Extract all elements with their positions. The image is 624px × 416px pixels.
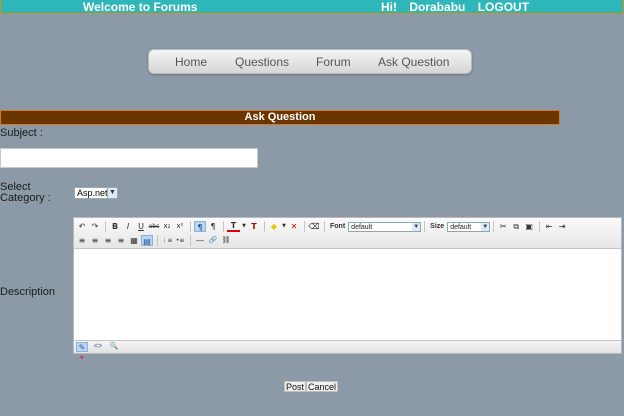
welcome-text: Welcome to Forums — [83, 0, 198, 14]
underline-icon[interactable]: U — [135, 221, 147, 232]
ordered-list-icon[interactable]: ⋮≡ — [161, 235, 173, 246]
align-right-icon[interactable]: ≡ — [102, 235, 114, 246]
horizontal-rule-icon[interactable]: ― — [194, 235, 206, 246]
eraser-icon[interactable]: ⌫ — [308, 221, 320, 232]
font-color-icon[interactable]: T — [227, 221, 240, 232]
main-nav: Home Questions Forum Ask Question — [148, 49, 472, 74]
toolbar-separator — [157, 235, 158, 246]
category-select-value: Asp.net — [77, 188, 108, 198]
align-center-icon[interactable]: ≡ — [89, 235, 101, 246]
toolbar-row-2: ≡ ≡ ≡ ≡ ▦ ▤ ⋮≡ •≡ ― 🔗 ⛓ — [76, 234, 233, 247]
chevron-down-icon: ▼ — [107, 188, 117, 198]
size-select[interactable]: default ▼ — [447, 221, 491, 232]
font-select[interactable]: default ▼ — [348, 221, 422, 232]
undo-icon[interactable]: ↶ — [76, 221, 88, 232]
size-select-value: default — [450, 223, 472, 231]
highlight-color-icon[interactable]: ◆ — [268, 221, 280, 232]
cut-icon[interactable]: ✂ — [497, 221, 509, 232]
chevron-down-icon: ▼ — [412, 222, 421, 231]
toolbar-separator — [190, 221, 191, 232]
required-indicator: * — [80, 354, 84, 364]
strikethrough-icon[interactable]: abc — [148, 221, 160, 232]
toolbar-separator — [105, 221, 106, 232]
nav-forum[interactable]: Forum — [316, 55, 351, 69]
user-area: Hi! Dorababu LOGOUT — [381, 0, 536, 14]
editor-toolbar: ↶ ↷ B I U abc x₂ x² ¶ ¶ T ▼ T ◆ ▼ ✕ ⌫ Fo… — [74, 218, 621, 249]
toolbar-separator — [264, 221, 265, 232]
logout-link[interactable]: LOGOUT — [478, 0, 529, 14]
html-mode-icon[interactable]: <> — [92, 342, 104, 352]
toolbar-separator — [223, 221, 224, 232]
cancel-button[interactable]: Cancel — [306, 381, 339, 392]
unlink-icon[interactable]: ⛓ — [220, 235, 232, 246]
subject-input[interactable] — [0, 148, 258, 168]
superscript-icon[interactable]: x² — [174, 221, 186, 232]
nav-questions[interactable]: Questions — [235, 55, 289, 69]
toolbar-separator — [304, 221, 305, 232]
design-mode-icon[interactable]: ✎ — [76, 342, 88, 352]
toolbar-separator — [539, 221, 541, 232]
toolbar-row-1: ↶ ↷ B I U abc x₂ x² ¶ ¶ T ▼ T ◆ ▼ ✕ ⌫ Fo… — [76, 220, 569, 233]
editor-mode-bar: ✎ <> 🔍 — [74, 340, 621, 353]
greeting-text: Hi! — [381, 0, 397, 14]
toolbar-separator — [190, 235, 191, 246]
preview-mode-icon[interactable]: 🔍 — [108, 342, 120, 352]
ltr-direction-icon[interactable]: ¶ — [194, 221, 206, 232]
subscript-icon[interactable]: x₂ — [161, 221, 173, 232]
font-label: Font — [330, 223, 346, 230]
bold-icon[interactable]: B — [109, 221, 121, 232]
chevron-down-icon[interactable]: ▼ — [241, 221, 247, 232]
top-header-bar: Welcome to Forums Hi! Dorababu LOGOUT — [0, 0, 624, 14]
table-icon[interactable]: ▤ — [141, 235, 153, 246]
post-button[interactable]: Post — [284, 381, 307, 392]
nav-ask-question[interactable]: Ask Question — [378, 55, 449, 69]
subject-label: Subject : — [0, 127, 43, 139]
section-title-bar: Ask Question — [0, 110, 560, 125]
description-label: Description — [0, 286, 56, 298]
toolbar-separator — [424, 221, 426, 232]
indent-icon[interactable]: ⇥ — [556, 221, 568, 232]
category-select[interactable]: Asp.net ▼ — [74, 187, 118, 199]
unordered-list-icon[interactable]: •≡ — [174, 235, 186, 246]
paste-icon[interactable]: ▣ — [523, 221, 535, 232]
username-text: Dorababu — [409, 0, 466, 14]
justify-icon[interactable]: ≡ — [115, 235, 127, 246]
size-label: Size — [430, 223, 445, 230]
nav-home[interactable]: Home — [175, 55, 207, 69]
align-left-icon[interactable]: ≡ — [76, 235, 88, 246]
toolbar-separator — [493, 221, 495, 232]
rtl-direction-icon[interactable]: ¶ — [207, 221, 219, 232]
chevron-down-icon: ▼ — [481, 222, 490, 231]
rich-text-editor: ↶ ↷ B I U abc x₂ x² ¶ ¶ T ▼ T ◆ ▼ ✕ ⌫ Fo… — [73, 217, 622, 354]
toolbar-separator — [324, 221, 325, 232]
category-label-line2: Category : — [0, 192, 51, 204]
font-select-value: default — [351, 223, 373, 231]
description-editor-area[interactable] — [74, 249, 621, 341]
outdent-icon[interactable]: ⇤ — [543, 221, 555, 232]
copy-icon[interactable]: ⧉ — [510, 221, 522, 232]
italic-icon[interactable]: I — [122, 221, 134, 232]
remove-format-icon[interactable]: T — [248, 221, 260, 232]
align-full-icon[interactable]: ▦ — [128, 235, 140, 246]
clear-highlight-icon[interactable]: ✕ — [288, 221, 300, 232]
link-icon[interactable]: 🔗 — [207, 235, 219, 246]
redo-icon[interactable]: ↷ — [89, 221, 101, 232]
chevron-down-icon[interactable]: ▼ — [281, 221, 287, 232]
